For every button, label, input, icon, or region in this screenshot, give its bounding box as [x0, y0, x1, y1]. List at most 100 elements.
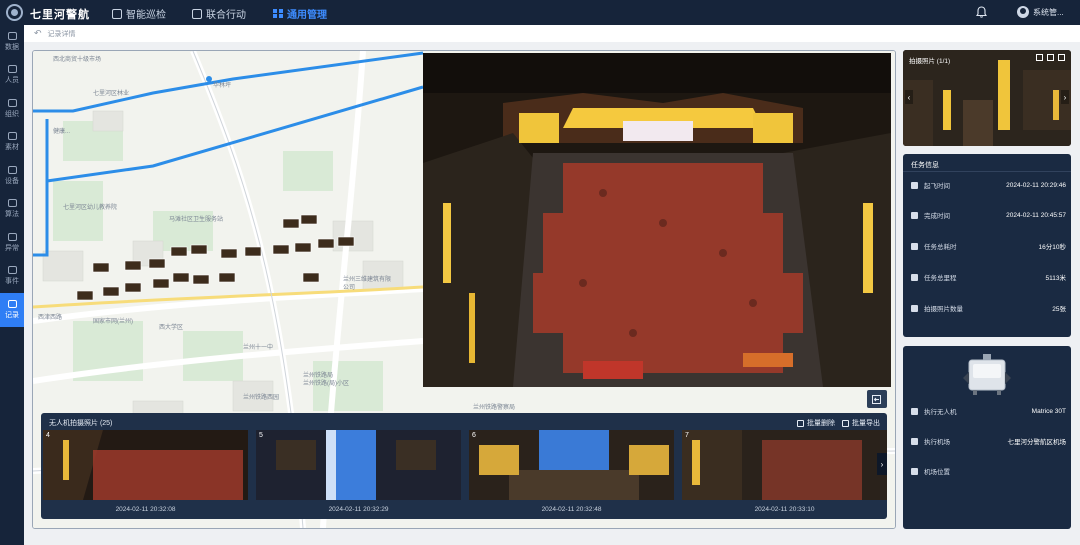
device-info-card: 执行无人机 Matrice 30T 执行机场 七里河分警航区机场 机场位置	[903, 346, 1071, 529]
chevron-right-icon[interactable]: ›	[1061, 90, 1069, 104]
top-bar: 七里河警航 智能巡检 联合行动 通用管理 系统管...	[0, 0, 1080, 25]
drone-photo-preview[interactable]	[423, 53, 891, 387]
data-icon	[7, 31, 17, 40]
user-name: 系统管...	[1033, 7, 1064, 17]
clock-icon	[911, 242, 918, 250]
map-label: 兰州铁路西园	[243, 393, 279, 401]
map-label: 公司	[343, 284, 355, 291]
map-label: 马滩社区卫生服务站	[169, 215, 223, 223]
sidebar-item-exception[interactable]: 异常	[0, 226, 24, 260]
police-badge-logo	[6, 4, 23, 21]
thumbnail-number: 5	[259, 432, 263, 439]
gallery-title: 无人机拍摄照片 (25)	[49, 420, 113, 427]
device-row-value: 七里河分警航区机场	[1007, 439, 1067, 446]
exit-fullscreen-button[interactable]	[867, 390, 887, 408]
exit-icon	[872, 394, 881, 404]
sidebar-item-label: 数据	[5, 43, 19, 51]
sidebar-item-event[interactable]: 事件	[0, 260, 24, 294]
batch-export-button[interactable]: 批量导出	[842, 418, 880, 428]
sidebar-item-label: 人员	[5, 77, 19, 85]
photo-counter: 拍摄照片 (1/1)	[909, 58, 951, 65]
device-row-dock: 执行机场 七里河分警航区机场	[911, 435, 1066, 447]
patrol-icon	[112, 8, 122, 19]
task-info-card: 任务信息 起飞时间 2024-02-11 20:29:46 完成时间 2024-…	[903, 154, 1071, 337]
divider	[903, 171, 1071, 172]
sidebar-item-algorithm[interactable]: 算法	[0, 193, 24, 227]
map-label: 兰州三维建筑有限	[343, 275, 391, 283]
map-label: 西津西路	[38, 313, 62, 321]
grid-icon	[273, 8, 283, 19]
batch-delete-button[interactable]: 批量删除	[797, 418, 835, 428]
event-icon	[7, 266, 17, 275]
tab-joint-operation[interactable]: 联合行动	[192, 6, 246, 21]
person-icon	[7, 65, 17, 74]
bell-icon[interactable]	[976, 6, 987, 18]
task-info-title: 任务信息	[911, 162, 939, 169]
sidebar-item-label: 事件	[5, 278, 19, 286]
gallery-thumbnail[interactable]: 4	[43, 430, 248, 500]
thumbnail-image	[682, 430, 887, 500]
thumbnail-image	[469, 430, 674, 500]
device-row-key: 执行无人机	[924, 409, 957, 416]
device-row-location[interactable]: 机场位置	[911, 465, 1066, 477]
map-label: 七里河区幼儿教养院	[63, 203, 117, 211]
user-menu[interactable]: 系统管...	[1017, 6, 1064, 18]
task-row-key: 起飞时间	[924, 183, 950, 190]
task-row-value: 16分10秒	[1038, 244, 1066, 251]
landing-icon	[911, 211, 918, 219]
sidebar-item-label: 素材	[5, 144, 19, 152]
map-label: 国家市网(兰州)	[93, 317, 133, 325]
thumbnail-image	[43, 430, 248, 500]
sidebar: 数据 人员 组织 素材 设备 算法 异常 事件 记录	[0, 25, 24, 545]
download-icon[interactable]	[1047, 54, 1054, 61]
gallery-thumbnail[interactable]: 5	[256, 430, 461, 500]
task-row-takeoff: 起飞时间 2024-02-11 20:29:46	[911, 179, 1066, 191]
sidebar-item-records[interactable]: 记录	[0, 293, 24, 327]
sidebar-item-device[interactable]: 设备	[0, 159, 24, 193]
org-icon	[7, 98, 17, 107]
thumbnail-time: 2024-02-11 20:32:48	[541, 506, 602, 513]
thumbnail-number: 4	[46, 432, 50, 439]
dock-icon	[911, 437, 918, 445]
delete-icon[interactable]	[1036, 54, 1043, 61]
gallery-thumbnail[interactable]: 7	[682, 430, 887, 500]
tab-general-management[interactable]: 通用管理	[273, 6, 327, 21]
sidebar-item-label: 组织	[5, 110, 19, 118]
task-row-value: 2024-02-11 20:45:57	[1006, 211, 1066, 219]
fullscreen-icon[interactable]	[1058, 54, 1065, 61]
sidebar-item-organization[interactable]: 组织	[0, 92, 24, 126]
thumbnail-time: 2024-02-11 20:32:29	[328, 506, 389, 513]
back-icon[interactable]: ↶	[34, 28, 42, 39]
task-row-key: 拍摄照片数量	[924, 306, 963, 313]
captured-photo-card: 拍摄照片 (1/1) ‹ ›	[903, 50, 1071, 146]
operation-icon	[192, 8, 202, 19]
map-label: 七里河区林业	[93, 89, 129, 97]
app-title: 七里河警航	[30, 9, 90, 21]
photo-tools	[1036, 54, 1065, 61]
task-row-value: 2024-02-11 20:29:46	[1006, 181, 1066, 189]
breadcrumb-current: 记录详情	[47, 30, 76, 38]
sidebar-item-label: 记录	[5, 311, 19, 319]
device-row-value: Matrice 30T	[1031, 407, 1066, 415]
record-detail-panel: 西北商贸十级市场 华林坪 七里河区林业 健康... 七里河区幼儿教养院 马滩社区…	[32, 50, 896, 529]
sidebar-item-material[interactable]: 素材	[0, 126, 24, 160]
sidebar-item-label: 设备	[5, 177, 19, 185]
device-icon	[7, 165, 17, 174]
folder-icon	[7, 132, 17, 141]
sidebar-item-data[interactable]: 数据	[0, 25, 24, 59]
thumbnail-image	[256, 430, 461, 500]
task-row-key: 任务总里程	[924, 275, 957, 282]
export-icon	[842, 419, 849, 427]
drone-icon	[911, 407, 918, 415]
chevron-right-icon[interactable]: ›	[877, 453, 887, 475]
map-label: 西北商贸十级市场	[53, 55, 101, 63]
chevron-left-icon[interactable]: ‹	[905, 90, 913, 104]
task-row-finish: 完成时间 2024-02-11 20:45:57	[911, 209, 1066, 221]
sidebar-item-personnel[interactable]: 人员	[0, 59, 24, 93]
gallery-thumbnail[interactable]: 6	[469, 430, 674, 500]
trash-icon	[797, 419, 804, 427]
tab-smart-patrol[interactable]: 智能巡检	[112, 6, 166, 21]
task-row-photos: 拍摄照片数量 25张	[911, 302, 1066, 314]
task-row-key: 任务总耗时	[924, 244, 957, 251]
device-row-drone: 执行无人机 Matrice 30T	[911, 405, 1066, 417]
